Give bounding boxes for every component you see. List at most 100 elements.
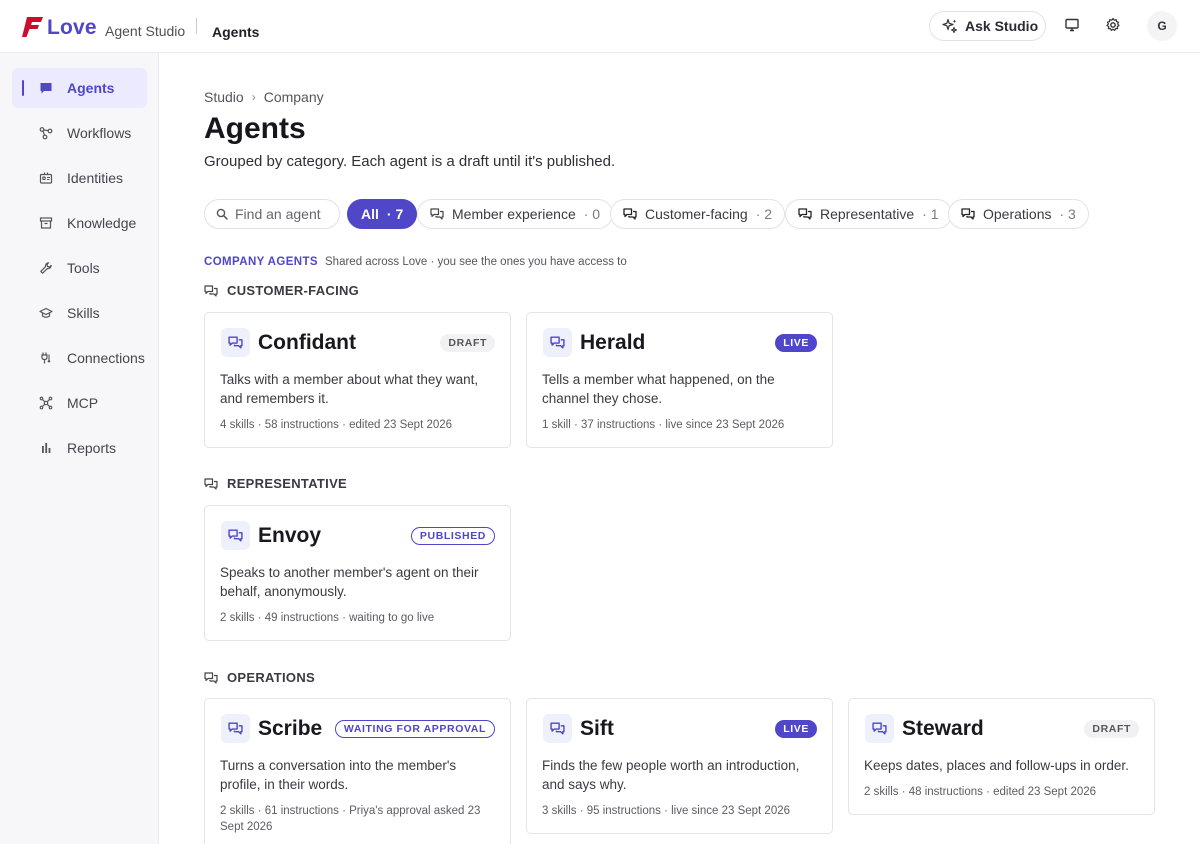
chip-count: · 3 (1059, 206, 1076, 222)
agent-meta: 2 skills · 61 instructions · Priya's app… (220, 805, 481, 833)
agent-chat-icon (221, 328, 250, 357)
chip-label: Operations (983, 206, 1052, 222)
agent-name: Envoy (258, 524, 322, 547)
sidebar-item-connections[interactable]: Connections (12, 338, 147, 378)
agent-description: Speaks to another member's agent on thei… (220, 565, 479, 599)
filter-chip-representative[interactable]: Representative · 1 (785, 199, 952, 229)
status-badge: LIVE (775, 334, 817, 352)
agent-card-sift[interactable]: Sift LIVE Finds the few people worth an … (526, 698, 833, 834)
agent-meta: 2 skills · 48 instructions · edited 23 S… (864, 786, 1097, 798)
sidebar-item-tools[interactable]: Tools (12, 248, 147, 288)
sidebar-item-label: Reports (67, 440, 117, 456)
status-badge: DRAFT (440, 334, 495, 352)
agent-chat-icon (221, 521, 250, 550)
section-header-company-agents: COMPANY AGENTS Shared across Love · you … (204, 256, 627, 268)
sidebar-item-identities[interactable]: Identities (12, 158, 147, 198)
agent-description: Turns a conversation into the member's p… (220, 758, 457, 792)
agent-chat-icon (221, 714, 250, 743)
agent-description: Tells a member what happened, on the cha… (542, 372, 775, 406)
ask-studio-button[interactable]: Ask Studio (929, 11, 1046, 41)
chat-bubbles-icon (623, 208, 637, 220)
header-divider (196, 18, 197, 34)
sidebar-item-label: MCP (67, 395, 99, 411)
bar-chart-icon (39, 441, 53, 455)
agent-card-steward[interactable]: Steward DRAFT Keeps dates, places and fo… (848, 698, 1155, 815)
page-subtitle: Grouped by category. Each agent is a dra… (204, 153, 616, 170)
chip-count: · 7 (386, 206, 404, 222)
sidebar-item-label: Skills (67, 305, 100, 321)
chat-bubbles-icon (204, 671, 218, 684)
current-page-label: Agents (212, 24, 260, 40)
status-badge: WAITING FOR APPROVAL (334, 720, 495, 738)
group-label: OPERATIONS (227, 670, 315, 685)
sidebar-item-mcp[interactable]: MCP (12, 383, 147, 423)
chat-icon (39, 81, 53, 95)
agent-name: Sift (580, 717, 614, 740)
search-box[interactable] (204, 199, 340, 229)
agent-meta: 1 skill · 37 instructions · live since 2… (542, 419, 785, 431)
product-name: Agent Studio (105, 23, 186, 39)
group-label: CUSTOMER-FACING (227, 283, 360, 298)
filter-chip-customer-facing[interactable]: Customer-facing · 2 (610, 199, 786, 229)
sidebar-item-agents[interactable]: Agents (12, 68, 147, 108)
search-input[interactable] (235, 206, 325, 222)
agent-meta: 3 skills · 95 instructions · live since … (542, 805, 791, 817)
chat-bubbles-icon (798, 208, 812, 220)
filter-chip-member-experience[interactable]: Member experience · 0 (417, 199, 614, 229)
brand-name[interactable]: Love (47, 16, 97, 40)
sidebar-item-skills[interactable]: Skills (12, 293, 147, 333)
sidebar-item-label: Knowledge (67, 215, 137, 231)
wrench-icon (39, 261, 53, 275)
sidebar-item-knowledge[interactable]: Knowledge (12, 203, 147, 243)
chip-label: Customer-facing (645, 206, 748, 222)
filter-chip-all[interactable]: All · 7 (347, 199, 418, 229)
breadcrumb-studio[interactable]: Studio (204, 89, 244, 105)
monitor-icon[interactable] (1062, 15, 1082, 35)
graduation-cap-icon (39, 306, 53, 320)
workflow-icon (39, 126, 53, 140)
chip-count: · 0 (583, 206, 601, 222)
agent-name: Scribe (258, 717, 323, 740)
breadcrumb-separator: › (251, 90, 256, 104)
sidebar-item-reports[interactable]: Reports (12, 428, 147, 468)
breadcrumb-company[interactable]: Company (264, 89, 324, 105)
sparkle-icon (942, 18, 958, 34)
chip-label: Representative (820, 206, 915, 222)
sidebar-item-workflows[interactable]: Workflows (12, 113, 147, 153)
chat-bubbles-icon (204, 284, 218, 297)
filter-chip-operations[interactable]: Operations · 3 (948, 199, 1089, 229)
section-title: COMPANY AGENTS (204, 256, 319, 268)
sidebar-item-label: Tools (67, 260, 100, 276)
agent-meta: 2 skills · 49 instructions · waiting to … (220, 612, 435, 624)
sidebar-item-label: Agents (67, 80, 115, 96)
chip-count: · 1 (922, 206, 939, 222)
settings-gear-icon[interactable] (1103, 15, 1123, 35)
user-avatar[interactable]: G (1147, 11, 1177, 41)
section-description: Shared across Love · you see the ones yo… (325, 256, 627, 268)
chip-count: · 2 (755, 206, 773, 222)
ask-studio-label: Ask Studio (965, 18, 1039, 34)
agent-card-herald[interactable]: Herald LIVE Tells a member what happened… (526, 312, 833, 448)
sidebar-item-label: Identities (67, 170, 124, 186)
chat-bubbles-icon (961, 208, 975, 220)
status-badge: LIVE (775, 720, 817, 738)
archive-icon (39, 216, 53, 230)
agent-card-confidant[interactable]: Confidant DRAFT Talks with a member abou… (204, 312, 511, 448)
top-bar: Love Agent Studio Agents Ask Studio G (0, 0, 1200, 53)
agent-chat-icon (543, 714, 572, 743)
breadcrumb: Studio › Company (204, 89, 324, 105)
network-icon (39, 396, 53, 410)
agent-card-envoy[interactable]: Envoy PUBLISHED Speaks to another member… (204, 505, 511, 641)
page-title: Agents (204, 112, 306, 145)
agent-description: Keeps dates, places and follow-ups in or… (864, 758, 1129, 773)
sidebar-item-label: Workflows (67, 125, 132, 141)
chip-label: All (361, 206, 379, 222)
agent-description: Finds the few people worth an introducti… (542, 758, 800, 792)
agent-description: Talks with a member about what they want… (220, 372, 479, 406)
agent-chat-icon (865, 714, 894, 743)
brand-logo-icon[interactable] (22, 15, 44, 39)
agent-name: Steward (902, 717, 984, 740)
search-icon (216, 208, 228, 220)
agent-name: Confidant (258, 331, 356, 354)
agent-card-scribe[interactable]: Scribe WAITING FOR APPROVAL Turns a conv… (204, 698, 511, 844)
